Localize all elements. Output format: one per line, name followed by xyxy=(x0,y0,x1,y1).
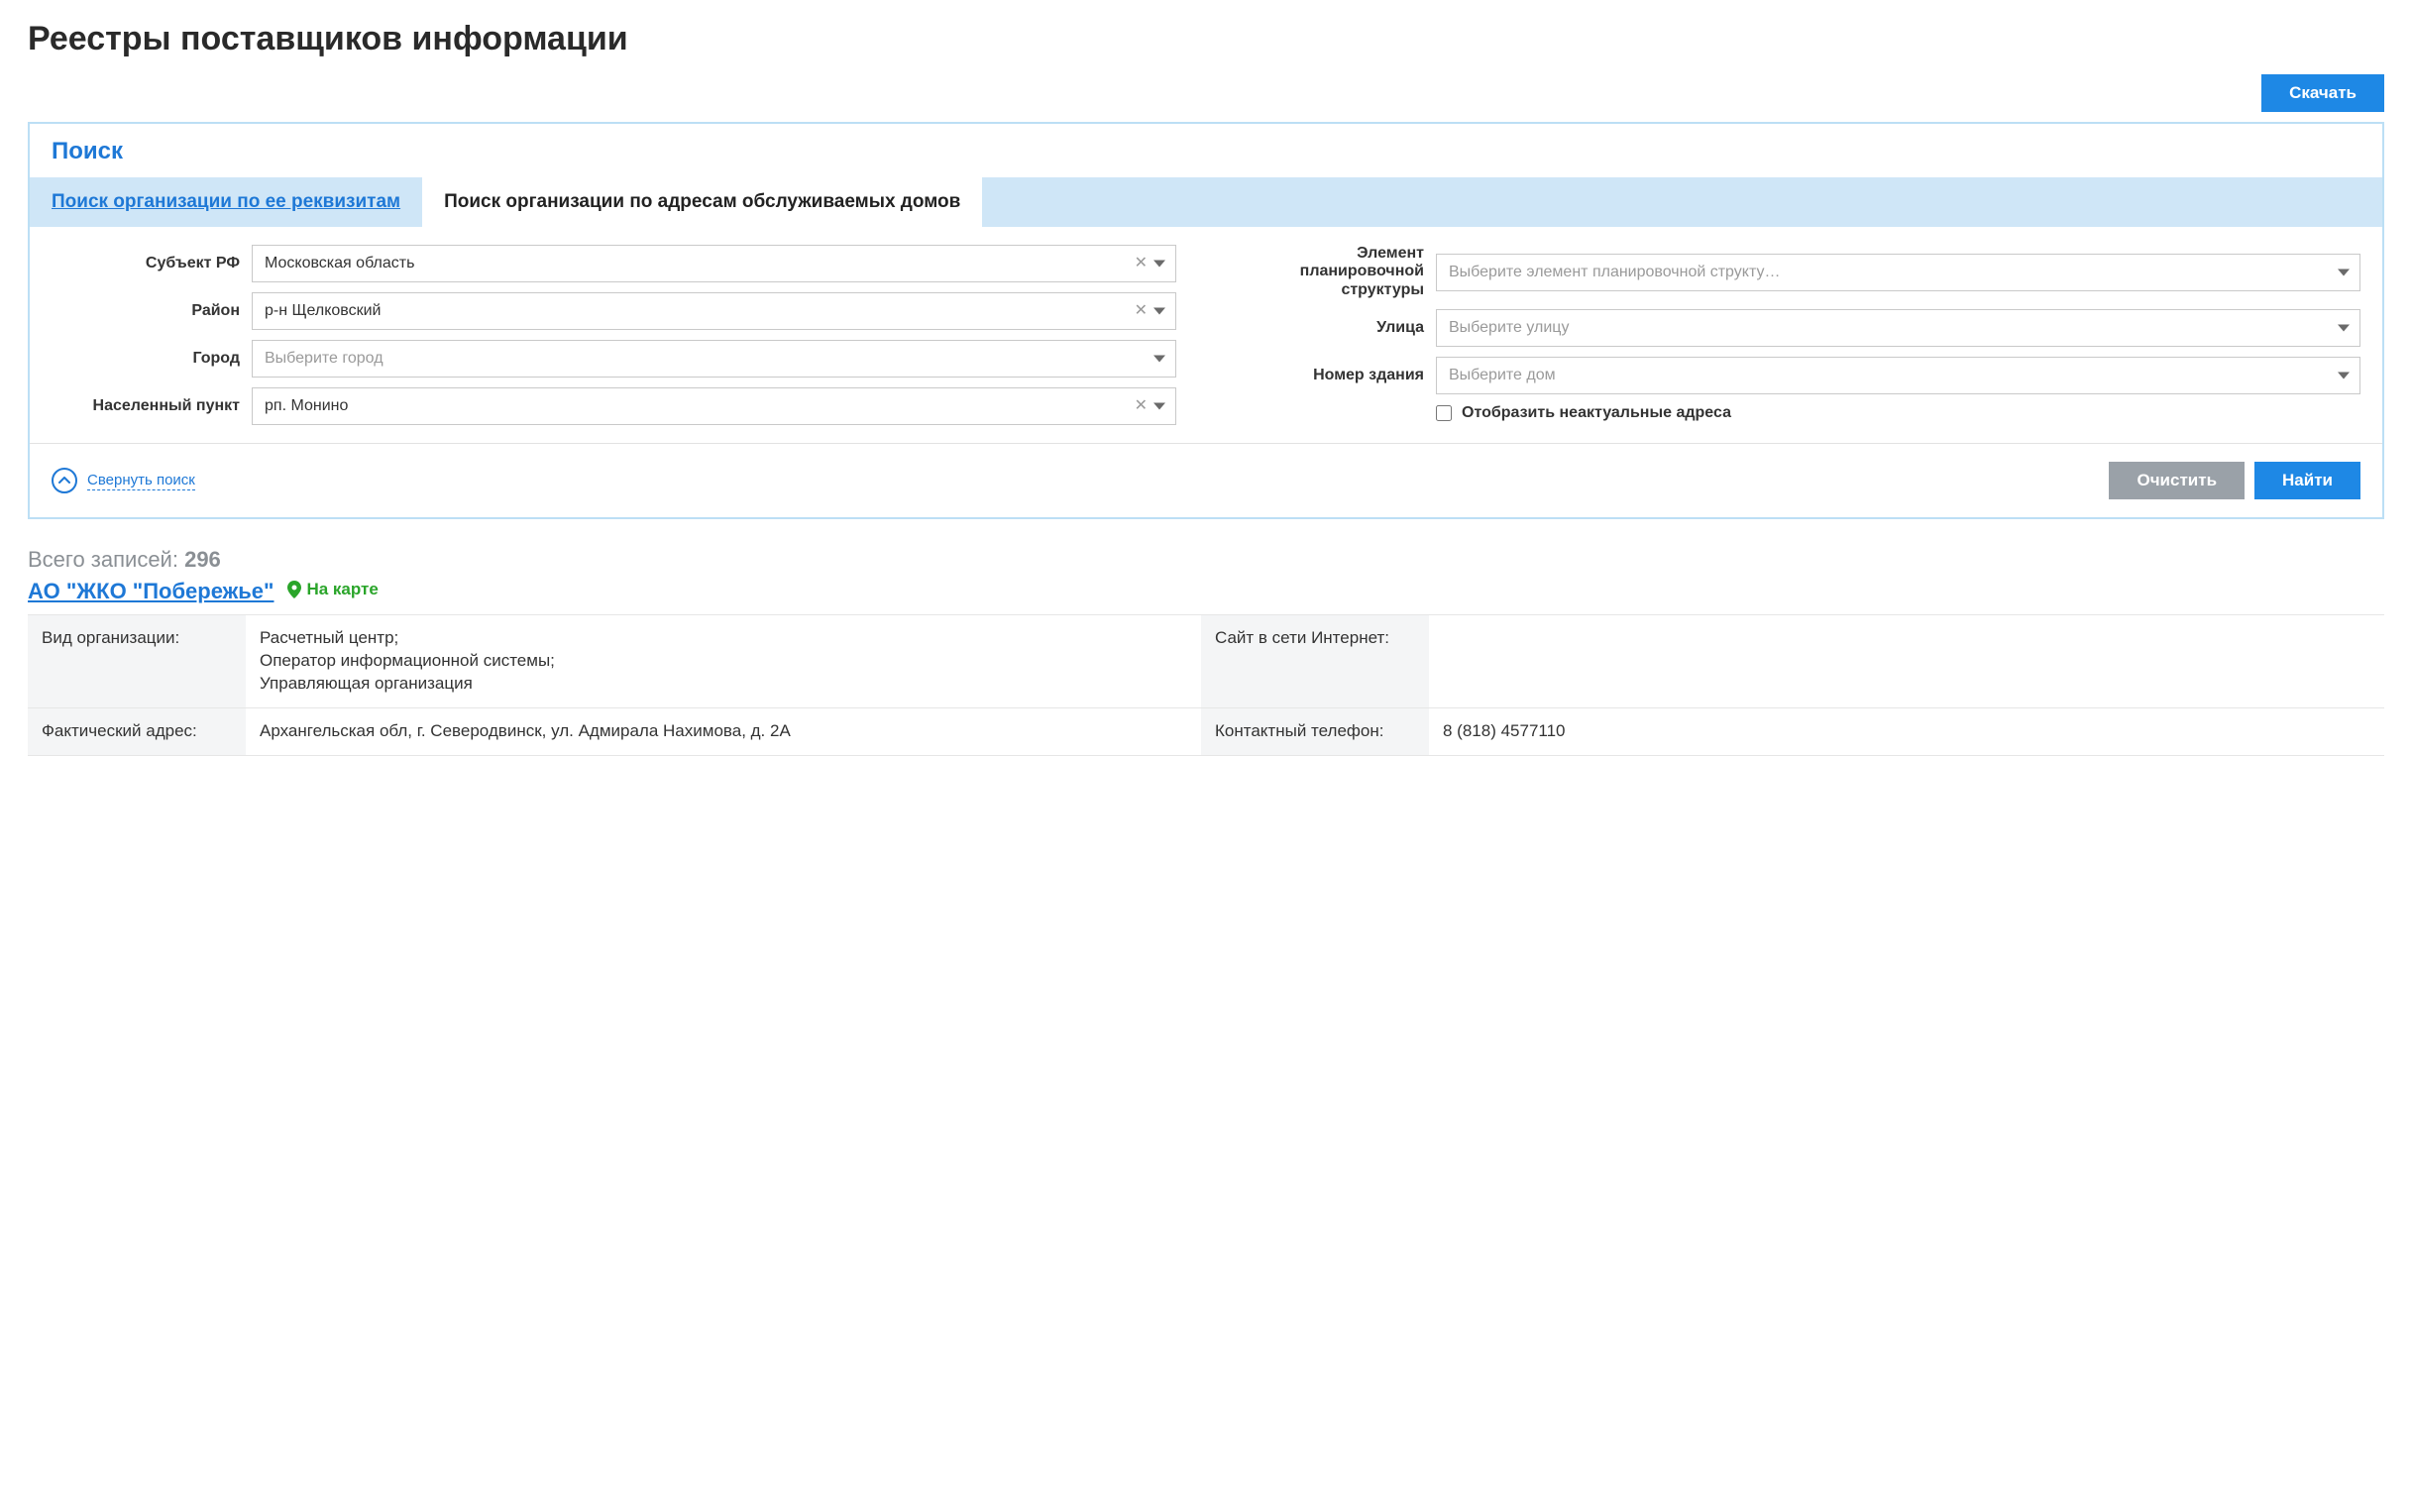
collapse-search-label: Свернуть поиск xyxy=(87,472,195,490)
select-district-value: р-н Щелковский xyxy=(265,302,381,320)
select-city-placeholder: Выберите город xyxy=(265,350,384,368)
clear-button[interactable]: Очистить xyxy=(2109,462,2245,499)
label-subject: Субъект РФ xyxy=(52,255,240,272)
value-phone: 8 (818) 4577110 xyxy=(1429,708,2384,756)
map-link-label: На карте xyxy=(306,580,378,599)
label-plan-element: Элемент планировочной структуры xyxy=(1236,245,1424,299)
chevron-down-icon xyxy=(1153,356,1165,363)
select-street[interactable]: Выберите улицу xyxy=(1436,309,2360,347)
label-settlement: Населенный пункт xyxy=(52,397,240,415)
org-details: Вид организации: Расчетный центр; Операт… xyxy=(28,614,2384,756)
value-org-type: Расчетный центр; Оператор информационной… xyxy=(246,615,1201,708)
search-tabs: Поиск организации по ее реквизитам Поиск… xyxy=(30,177,2382,227)
checkbox-show-inactive[interactable]: Отобразить неактуальные адреса xyxy=(1436,404,2360,422)
download-button[interactable]: Скачать xyxy=(2261,74,2384,112)
select-city[interactable]: Выберите город xyxy=(252,340,1176,378)
clear-icon[interactable]: ✕ xyxy=(1135,303,1148,319)
map-link[interactable]: На карте xyxy=(287,580,378,599)
select-street-placeholder: Выберите улицу xyxy=(1449,319,1569,337)
label-phone: Контактный телефон: xyxy=(1201,708,1429,756)
select-settlement[interactable]: рп. Монино ✕ xyxy=(252,387,1176,425)
tab-by-address[interactable]: Поиск организации по адресам обслуживаем… xyxy=(422,177,982,227)
org-name-link[interactable]: АО "ЖКО "Побережье" xyxy=(28,579,274,604)
checkbox-show-inactive-input[interactable] xyxy=(1436,405,1452,421)
chevron-up-circle-icon xyxy=(52,468,77,493)
chevron-down-icon xyxy=(1153,403,1165,410)
chevron-down-icon xyxy=(2338,325,2350,332)
select-subject-value: Московская область xyxy=(265,255,414,272)
find-button[interactable]: Найти xyxy=(2254,462,2360,499)
label-street: Улица xyxy=(1236,319,1424,337)
results-section: Всего записей: 296 АО "ЖКО "Побережье" Н… xyxy=(28,547,2384,756)
map-pin-icon xyxy=(287,581,301,598)
total-count: 296 xyxy=(184,547,221,572)
chevron-down-icon xyxy=(2338,269,2350,275)
chevron-down-icon xyxy=(2338,373,2350,379)
select-subject[interactable]: Московская область ✕ xyxy=(252,245,1176,282)
collapse-search-link[interactable]: Свернуть поиск xyxy=(52,468,195,493)
label-website: Сайт в сети Интернет: xyxy=(1201,615,1429,708)
value-website xyxy=(1429,615,2384,708)
total-prefix: Всего записей: xyxy=(28,547,184,572)
label-org-type: Вид организации: xyxy=(28,615,246,708)
tab-by-requisites[interactable]: Поиск организации по ее реквизитам xyxy=(30,177,422,227)
select-plan-element-placeholder: Выберите элемент планировочной структу… xyxy=(1449,264,1780,281)
search-panel: Поиск Поиск организации по ее реквизитам… xyxy=(28,122,2384,519)
checkbox-show-inactive-label: Отобразить неактуальные адреса xyxy=(1462,404,1731,422)
label-address: Фактический адрес: xyxy=(28,708,246,756)
select-building[interactable]: Выберите дом xyxy=(1436,357,2360,394)
page-title: Реестры поставщиков информации xyxy=(28,20,2384,58)
select-building-placeholder: Выберите дом xyxy=(1449,367,1556,384)
total-records: Всего записей: 296 xyxy=(28,547,2384,573)
value-address: Архангельская обл, г. Северодвинск, ул. … xyxy=(246,708,1201,756)
select-settlement-value: рп. Монино xyxy=(265,397,348,415)
label-city: Город xyxy=(52,350,240,368)
chevron-down-icon xyxy=(1153,261,1165,268)
search-panel-title: Поиск xyxy=(30,124,2382,177)
label-district: Район xyxy=(52,302,240,320)
label-building: Номер здания xyxy=(1236,367,1424,384)
clear-icon[interactable]: ✕ xyxy=(1135,256,1148,271)
clear-icon[interactable]: ✕ xyxy=(1135,398,1148,414)
select-district[interactable]: р-н Щелковский ✕ xyxy=(252,292,1176,330)
select-plan-element[interactable]: Выберите элемент планировочной структу… xyxy=(1436,254,2360,291)
chevron-down-icon xyxy=(1153,308,1165,315)
